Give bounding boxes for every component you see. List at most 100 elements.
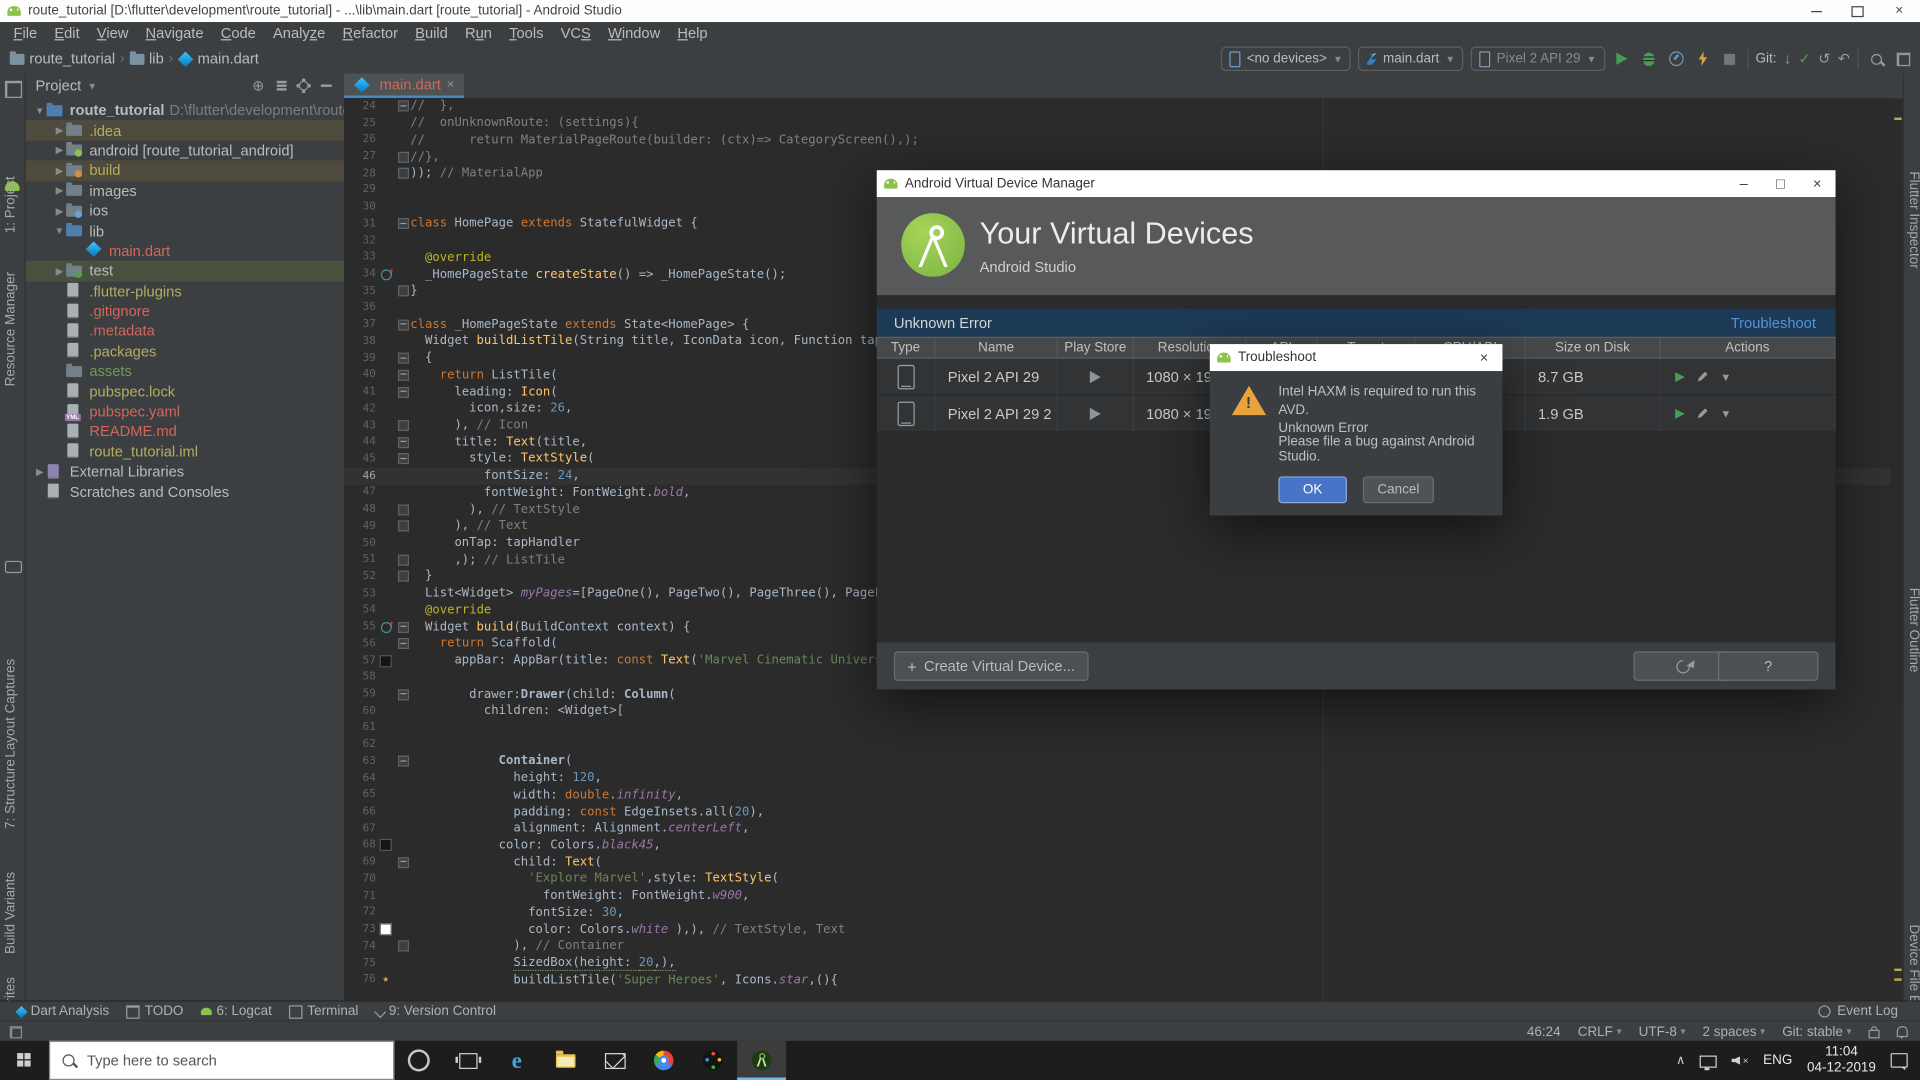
close-icon[interactable]: × xyxy=(1466,344,1503,371)
start-button[interactable] xyxy=(0,1041,49,1080)
menu-analyze[interactable]: Analyze xyxy=(264,22,333,44)
taskbar-app-android-studio[interactable] xyxy=(737,1041,786,1080)
chevron-down-icon[interactable]: ▼ xyxy=(87,80,97,91)
tree-item-external-libraries[interactable]: ▶External Libraries xyxy=(26,462,344,482)
fold-open-icon[interactable] xyxy=(397,454,408,465)
indent-selector[interactable]: 2 spaces▾ xyxy=(1703,1024,1766,1039)
fold-open-icon[interactable] xyxy=(397,353,408,364)
column-header-size-on-disk[interactable]: Size on Disk xyxy=(1526,338,1661,358)
taskbar-app-colorful-app[interactable] xyxy=(688,1041,737,1080)
fold-end-icon[interactable] xyxy=(397,420,408,431)
layout-inspector-icon[interactable] xyxy=(1893,49,1913,69)
troubleshoot-link[interactable]: Troubleshoot xyxy=(1731,314,1816,331)
code-line-72[interactable]: 72 fontSize: 30, xyxy=(344,904,1891,921)
code-line-26[interactable]: 26// return MaterialPageRoute(builder: (… xyxy=(344,132,1891,149)
action-center-icon[interactable] xyxy=(1891,1053,1908,1068)
git-commit-icon[interactable]: ✓ xyxy=(1799,50,1811,67)
menu-window[interactable]: Window xyxy=(599,22,668,44)
color-swatch[interactable] xyxy=(380,923,392,935)
stop-button[interactable] xyxy=(1720,49,1740,69)
tree-item-ios[interactable]: ▶ios xyxy=(26,201,344,221)
warning-stripe-mark[interactable] xyxy=(1894,969,1901,971)
code-line-25[interactable]: 25// onUnknownRoute: (settings){ xyxy=(344,115,1891,132)
chevron-right-icon[interactable]: ▶ xyxy=(53,165,66,176)
git-update-icon[interactable]: ↓ xyxy=(1784,50,1791,67)
device-selector[interactable]: <no devices>▼ xyxy=(1221,47,1351,71)
tree-item-route-tutorial[interactable]: ▼route_tutorial D:\flutter\development\r… xyxy=(26,100,344,120)
menu-navigate[interactable]: Navigate xyxy=(137,22,212,44)
code-line-74[interactable]: 74 ), // Container xyxy=(344,938,1891,955)
line-ending-selector[interactable]: CRLF▾ xyxy=(1578,1024,1622,1039)
toolwindow-switcher-icon[interactable] xyxy=(10,1026,22,1038)
fold-open-icon[interactable] xyxy=(397,319,408,330)
chevron-down-icon[interactable]: ▼ xyxy=(53,225,66,236)
git-revert-icon[interactable]: ↺ xyxy=(1818,50,1830,67)
column-header-type[interactable]: Type xyxy=(877,338,936,358)
fold-end-icon[interactable] xyxy=(397,521,408,532)
taskbar-app-cortana[interactable] xyxy=(394,1041,443,1080)
code-line-61[interactable]: 61 xyxy=(344,720,1891,737)
close-button[interactable]: × xyxy=(1878,0,1920,22)
stripe-layout-captures[interactable]: Layout Captures xyxy=(4,659,19,758)
menu-file[interactable]: File xyxy=(5,22,46,44)
taskbar-clock[interactable]: 11:04 04-12-2019 xyxy=(1807,1044,1876,1076)
star-icon[interactable]: ★ xyxy=(382,974,389,986)
project-panel-title[interactable]: Project xyxy=(36,77,82,94)
menu-help[interactable]: Help xyxy=(669,22,716,44)
chevron-right-icon[interactable]: ▶ xyxy=(53,205,66,216)
hot-reload-icon[interactable] xyxy=(1693,49,1713,69)
taskbar-app-task-view[interactable] xyxy=(443,1041,492,1080)
code-line-75[interactable]: 75 SizedBox(height: 20,), xyxy=(344,955,1891,972)
network-icon[interactable] xyxy=(1700,1056,1717,1068)
code-line-27[interactable]: 27//}, xyxy=(344,148,1891,165)
stripe-7-structure[interactable]: 7: Structure xyxy=(4,759,19,829)
tree-item-route-tutorial.iml[interactable]: route_tutorial.iml xyxy=(26,442,344,462)
fold-end-icon[interactable] xyxy=(397,168,408,179)
column-header-play-store[interactable]: Play Store xyxy=(1058,338,1134,358)
tree-item-.gitignore[interactable]: .gitignore xyxy=(26,301,344,321)
edit-pencil-icon[interactable] xyxy=(1696,407,1709,420)
minimize-button[interactable] xyxy=(1795,0,1837,22)
encoding-selector[interactable]: UTF-8▾ xyxy=(1639,1024,1686,1039)
fold-open-icon[interactable] xyxy=(397,756,408,767)
menu-view[interactable]: View xyxy=(88,22,137,44)
avd-selector[interactable]: Pixel 2 API 29▼ xyxy=(1471,47,1605,71)
code-line-64[interactable]: 64 height: 120, xyxy=(344,770,1891,787)
breadcrumb-route_tutorial[interactable]: route_tutorial› xyxy=(10,50,125,67)
fold-open-icon[interactable] xyxy=(397,370,408,381)
toolwindow-button-todo[interactable]: TODO xyxy=(126,1004,183,1019)
color-swatch[interactable] xyxy=(380,655,392,667)
stripe-flutter-outline[interactable]: Flutter Outline xyxy=(1907,588,1920,673)
launch-avd-icon[interactable] xyxy=(1675,408,1685,418)
toolwindow-button-6-logcat[interactable]: 6: Logcat xyxy=(201,1004,272,1019)
taskbar-app-file-explorer[interactable] xyxy=(541,1041,590,1080)
fold-open-icon[interactable] xyxy=(397,622,408,633)
chevron-right-icon[interactable]: ▶ xyxy=(53,145,66,156)
maximize-button[interactable]: □ xyxy=(1762,170,1799,197)
menu-run[interactable]: Run xyxy=(456,22,500,44)
debug-button[interactable] xyxy=(1639,49,1659,69)
stripe-resource-manager[interactable]: Resource Manager xyxy=(4,272,19,387)
chevron-right-icon[interactable]: ▶ xyxy=(33,466,46,477)
tree-item-.flutter-plugins[interactable]: .flutter-plugins xyxy=(26,281,344,301)
tree-item-android-route-tutorial-android-[interactable]: ▶android [route_tutorial_android] xyxy=(26,141,344,161)
menu-vcs[interactable]: VCS xyxy=(552,22,599,44)
close-button[interactable]: × xyxy=(1799,170,1836,197)
fold-open-icon[interactable] xyxy=(397,218,408,229)
fold-open-icon[interactable] xyxy=(397,101,408,112)
code-line-66[interactable]: 66 padding: const EdgeInsets.all(20), xyxy=(344,804,1891,821)
code-line-69[interactable]: 69 child: Text( xyxy=(344,854,1891,871)
tree-item-main.dart[interactable]: main.dart xyxy=(26,241,344,261)
code-line-67[interactable]: 67 alignment: Alignment.centerLeft, xyxy=(344,820,1891,837)
tree-item-scratches-and-consoles[interactable]: Scratches and Consoles xyxy=(26,482,344,502)
tree-item-test[interactable]: ▶test xyxy=(26,261,344,281)
fold-end-icon[interactable] xyxy=(397,941,408,952)
refresh-button[interactable] xyxy=(1633,651,1731,680)
hidden-icons-chevron[interactable]: ∧ xyxy=(1676,1054,1685,1067)
volume-muted-icon[interactable]: × xyxy=(1732,1055,1749,1066)
cancel-button[interactable]: Cancel xyxy=(1363,476,1434,503)
override-icon[interactable] xyxy=(380,622,391,633)
chevron-down-icon[interactable]: ▼ xyxy=(1720,407,1731,419)
toolwindow-button-9-version-control[interactable]: 9: Version Control xyxy=(375,1004,496,1019)
breadcrumb-lib[interactable]: lib› xyxy=(129,50,173,67)
